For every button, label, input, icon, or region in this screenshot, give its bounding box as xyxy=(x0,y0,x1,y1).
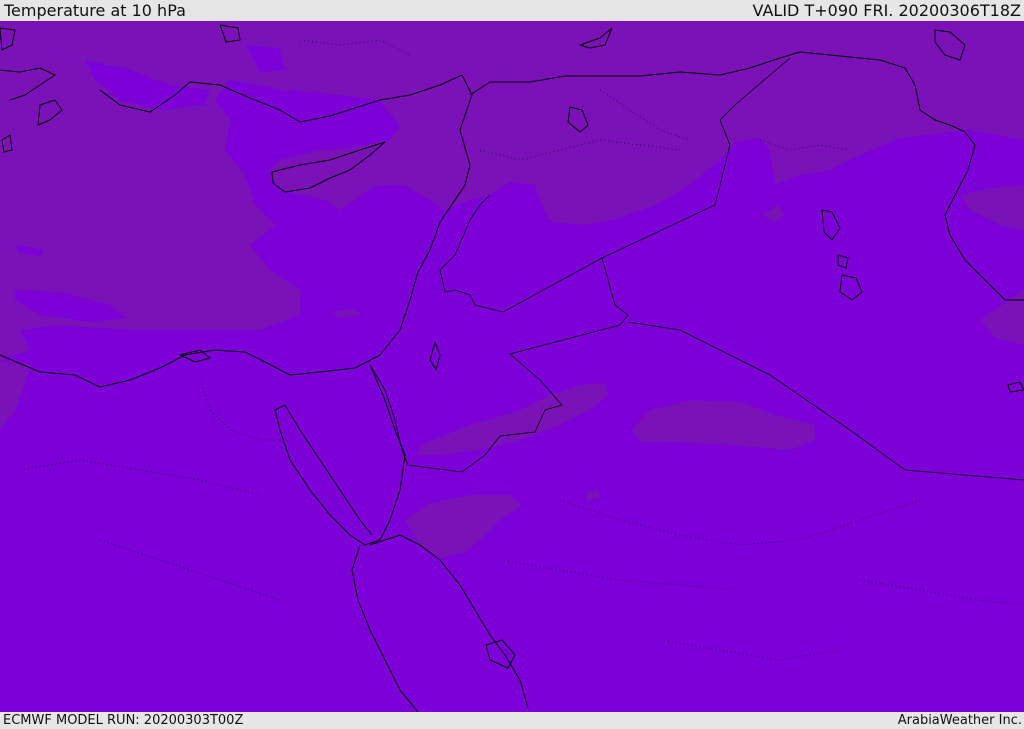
valid-time-label: VALID T+090 FRI. 20200306T18Z xyxy=(752,1,1021,20)
map-header: Temperature at 10 hPa VALID T+090 FRI. 2… xyxy=(0,0,1024,21)
credit-label: ArabiaWeather Inc. xyxy=(897,713,1022,728)
model-run-label: ECMWF MODEL RUN: 20200303T00Z xyxy=(3,713,244,728)
map-title: Temperature at 10 hPa xyxy=(4,1,186,20)
map-footer: ECMWF MODEL RUN: 20200303T00Z ArabiaWeat… xyxy=(0,712,1024,729)
temperature-map[interactable] xyxy=(0,21,1024,712)
map-canvas xyxy=(0,21,1024,712)
